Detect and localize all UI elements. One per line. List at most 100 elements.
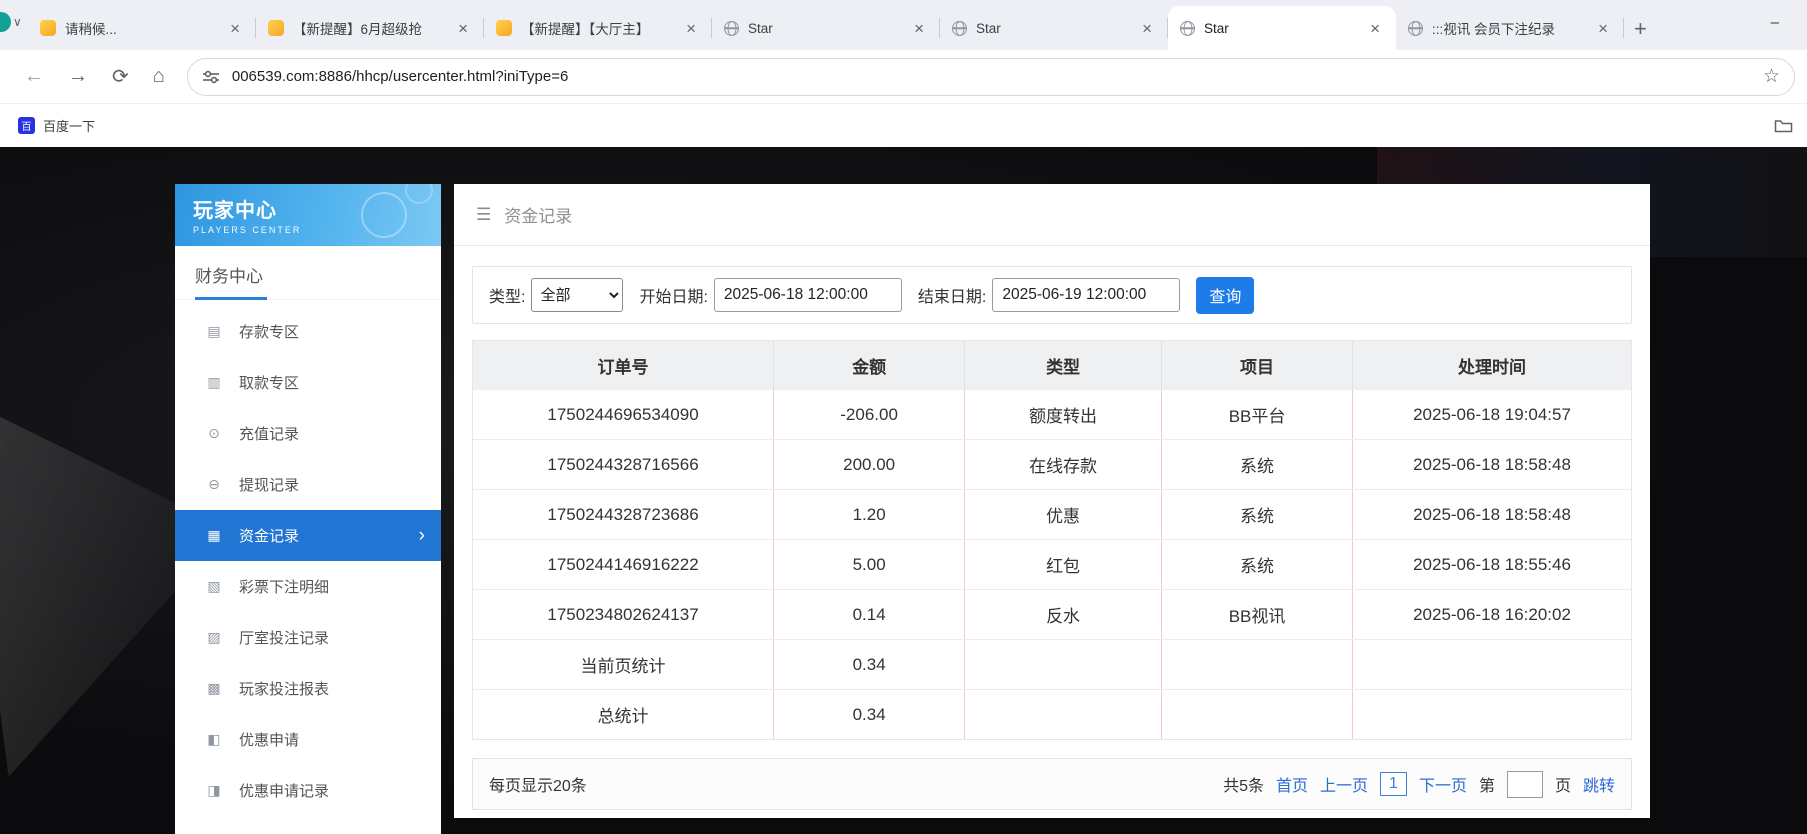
bookmark-star-icon[interactable]: ☆: [1763, 65, 1780, 88]
table-cell: 1750234802624137: [473, 590, 775, 639]
table-cell: 5.00: [774, 540, 966, 589]
forward-icon[interactable]: →: [56, 65, 100, 88]
tab-close-icon[interactable]: ×: [454, 19, 472, 38]
tab-close-icon[interactable]: ×: [1138, 19, 1156, 38]
table-cell: 红包: [965, 540, 1162, 589]
folder-icon[interactable]: [1774, 118, 1797, 133]
sidebar-item-label: 存款专区: [239, 324, 300, 341]
sidebar-item-label: 资金记录: [239, 528, 300, 545]
sidebar-item-promo-apply-records[interactable]: ◨ 优惠申请记录 ›: [175, 765, 441, 816]
tab-close-icon[interactable]: ×: [910, 19, 928, 38]
tab-strip: 请稍候... × 【新提醒】6月超级抢 × 【新提醒】【大厅主】 × Star …: [28, 6, 1624, 50]
jump-link[interactable]: 跳转: [1583, 772, 1615, 796]
sidebar-item-lottery-bet-details[interactable]: ▧ 彩票下注明细 ›: [175, 561, 441, 612]
prev-page-link[interactable]: 上一页: [1320, 772, 1368, 796]
table-row: 1750244696534090 -206.00 额度转出 BB平台 2025-06-1…: [473, 389, 1631, 439]
new-tab-button[interactable]: +: [1634, 18, 1647, 40]
chat-favicon-icon: [40, 20, 56, 36]
sidebar-item-hall-bet-records[interactable]: ▨ 厅室投注记录 ›: [175, 612, 441, 663]
sidebar-item-withdraw-records[interactable]: ⊖ 提现记录 ›: [175, 459, 441, 510]
page-word-ye: 页: [1554, 778, 1571, 795]
url-text: 006539.com:8886/hhcp/usercenter.html?ini…: [231, 68, 569, 85]
ticket-icon: ▧: [207, 578, 221, 594]
gift-icon: ◧: [207, 731, 221, 747]
tab-close-icon[interactable]: ×: [226, 19, 244, 38]
browser-tab[interactable]: :::视讯 会员下注纪录 ×: [1396, 6, 1624, 50]
refresh-icon[interactable]: ⟳: [100, 64, 141, 89]
section-label: 财务中心: [195, 262, 267, 300]
home-icon[interactable]: ⌂: [141, 65, 177, 88]
table-row: 1750244328723686 1.20 优惠 系统 2025-06-18 18:58…: [473, 489, 1631, 539]
filter-bar: 类型: 全部 开始日期: 结束日期: 查询: [472, 266, 1632, 324]
table-cell: [965, 690, 1162, 739]
first-page-link[interactable]: 首页: [1276, 772, 1308, 796]
tab-title: Star: [1204, 20, 1229, 36]
sidebar-item-recharge-records[interactable]: ⊙ 充值记录 ›: [175, 408, 441, 459]
table-cell: BB平台: [1162, 390, 1354, 439]
header-cell: 类型: [965, 341, 1162, 389]
browser-tab[interactable]: Star ×: [940, 6, 1168, 50]
url-field[interactable]: 006539.com:8886/hhcp/usercenter.html?ini…: [186, 57, 1795, 96]
table-cell: 1750244328716566: [473, 440, 775, 489]
sidebar-item-player-bet-report[interactable]: ▩ 玩家投注报表 ›: [175, 663, 441, 714]
header-cell: 项目: [1162, 341, 1354, 389]
sidebar-item-label: 彩票下注明细: [239, 579, 330, 596]
table-row: 1750244146916222 5.00 红包 系统 2025-06-18 18:55…: [473, 539, 1631, 589]
sidebar-item-label: 玩家投注报表: [239, 681, 330, 698]
sidebar-item-promo-apply[interactable]: ◧ 优惠申请 ›: [175, 714, 441, 765]
table-cell: [1162, 690, 1354, 739]
baidu-favicon-icon: 百: [18, 117, 35, 134]
globe-favicon-icon: [1408, 20, 1423, 36]
table-cell: 反水: [965, 590, 1162, 639]
bookmark-baidu[interactable]: 百 百度一下: [10, 112, 103, 139]
site-info-icon[interactable]: [202, 69, 220, 85]
end-date-input[interactable]: [992, 278, 1181, 312]
sidebar-item-deposit-zone[interactable]: ▤ 存款专区 ›: [175, 306, 441, 357]
tab-close-icon[interactable]: ×: [1366, 19, 1384, 38]
address-bar: ← → ⟳ ⌂ 006539.com:8886/hhcp/usercenter.…: [0, 50, 1807, 104]
tab-title: Star: [748, 20, 773, 36]
tab-close-icon[interactable]: ×: [682, 19, 700, 38]
table-row: 当前页统计 0.34: [473, 639, 1631, 689]
tab-search-chevron-icon[interactable]: ∨: [13, 15, 22, 29]
header-cell: 金额: [774, 341, 966, 389]
sidebar-item-label: 优惠申请记录: [239, 783, 330, 800]
table-row: 总统计 0.34: [473, 689, 1631, 739]
tab-title: 【新提醒】6月超级抢: [293, 22, 423, 37]
back-icon[interactable]: ←: [12, 65, 56, 88]
list-icon: ▨: [207, 629, 221, 645]
table-cell: 2025-06-18 18:55:46: [1413, 554, 1571, 574]
sidebar-item-withdraw-zone[interactable]: ▥ 取款专区 ›: [175, 357, 441, 408]
tab-close-icon[interactable]: ×: [1594, 19, 1612, 38]
sidebar-item-funds-records[interactable]: ▦ 资金记录 ›: [175, 510, 441, 561]
sidebar-section-finance: 财务中心: [175, 246, 441, 300]
table-cell: 1.20: [774, 490, 966, 539]
minimize-button[interactable]: –: [1771, 14, 1779, 31]
current-page[interactable]: 1: [1380, 772, 1407, 796]
wallet-icon: ▦: [207, 527, 221, 543]
search-button[interactable]: 查询: [1196, 276, 1255, 314]
jump-page-input[interactable]: [1506, 770, 1543, 798]
header-cell: 处理时间: [1458, 357, 1527, 377]
funds-table: 订单号 金额 类型 项目 处理时间 1750244696534090 -206.00 额度转出…: [472, 340, 1632, 740]
page-word-di: 第: [1478, 778, 1495, 795]
end-date-label: 结束日期:: [917, 289, 987, 306]
menu-toggle-icon[interactable]: ☰: [476, 205, 491, 225]
total-count: 共5条: [1223, 778, 1264, 795]
page-background: 玩家中心 PLAYERS CENTER 财务中心 ▤ 存款专区 › ▥ 取款专区…: [0, 147, 1807, 834]
table-cell: 系统: [1162, 440, 1354, 489]
page-title: 资金记录: [504, 207, 573, 226]
browser-tab[interactable]: 请稍候... ×: [28, 6, 256, 50]
workspace-indicator[interactable]: [0, 12, 11, 32]
table-cell: [965, 640, 1162, 689]
table-cell: BB视讯: [1162, 590, 1354, 639]
type-select[interactable]: 全部: [531, 278, 624, 312]
chart-icon: ▩: [207, 680, 221, 696]
browser-tab[interactable]: 【新提醒】6月超级抢 ×: [256, 6, 484, 50]
start-date-input[interactable]: [713, 278, 902, 312]
browser-tab[interactable]: Star ×: [1168, 6, 1396, 50]
next-page-link[interactable]: 下一页: [1419, 772, 1467, 796]
browser-tab[interactable]: Star ×: [712, 6, 940, 50]
browser-tab[interactable]: 【新提醒】【大厅主】 ×: [484, 6, 712, 50]
start-date-label: 开始日期:: [639, 289, 708, 306]
